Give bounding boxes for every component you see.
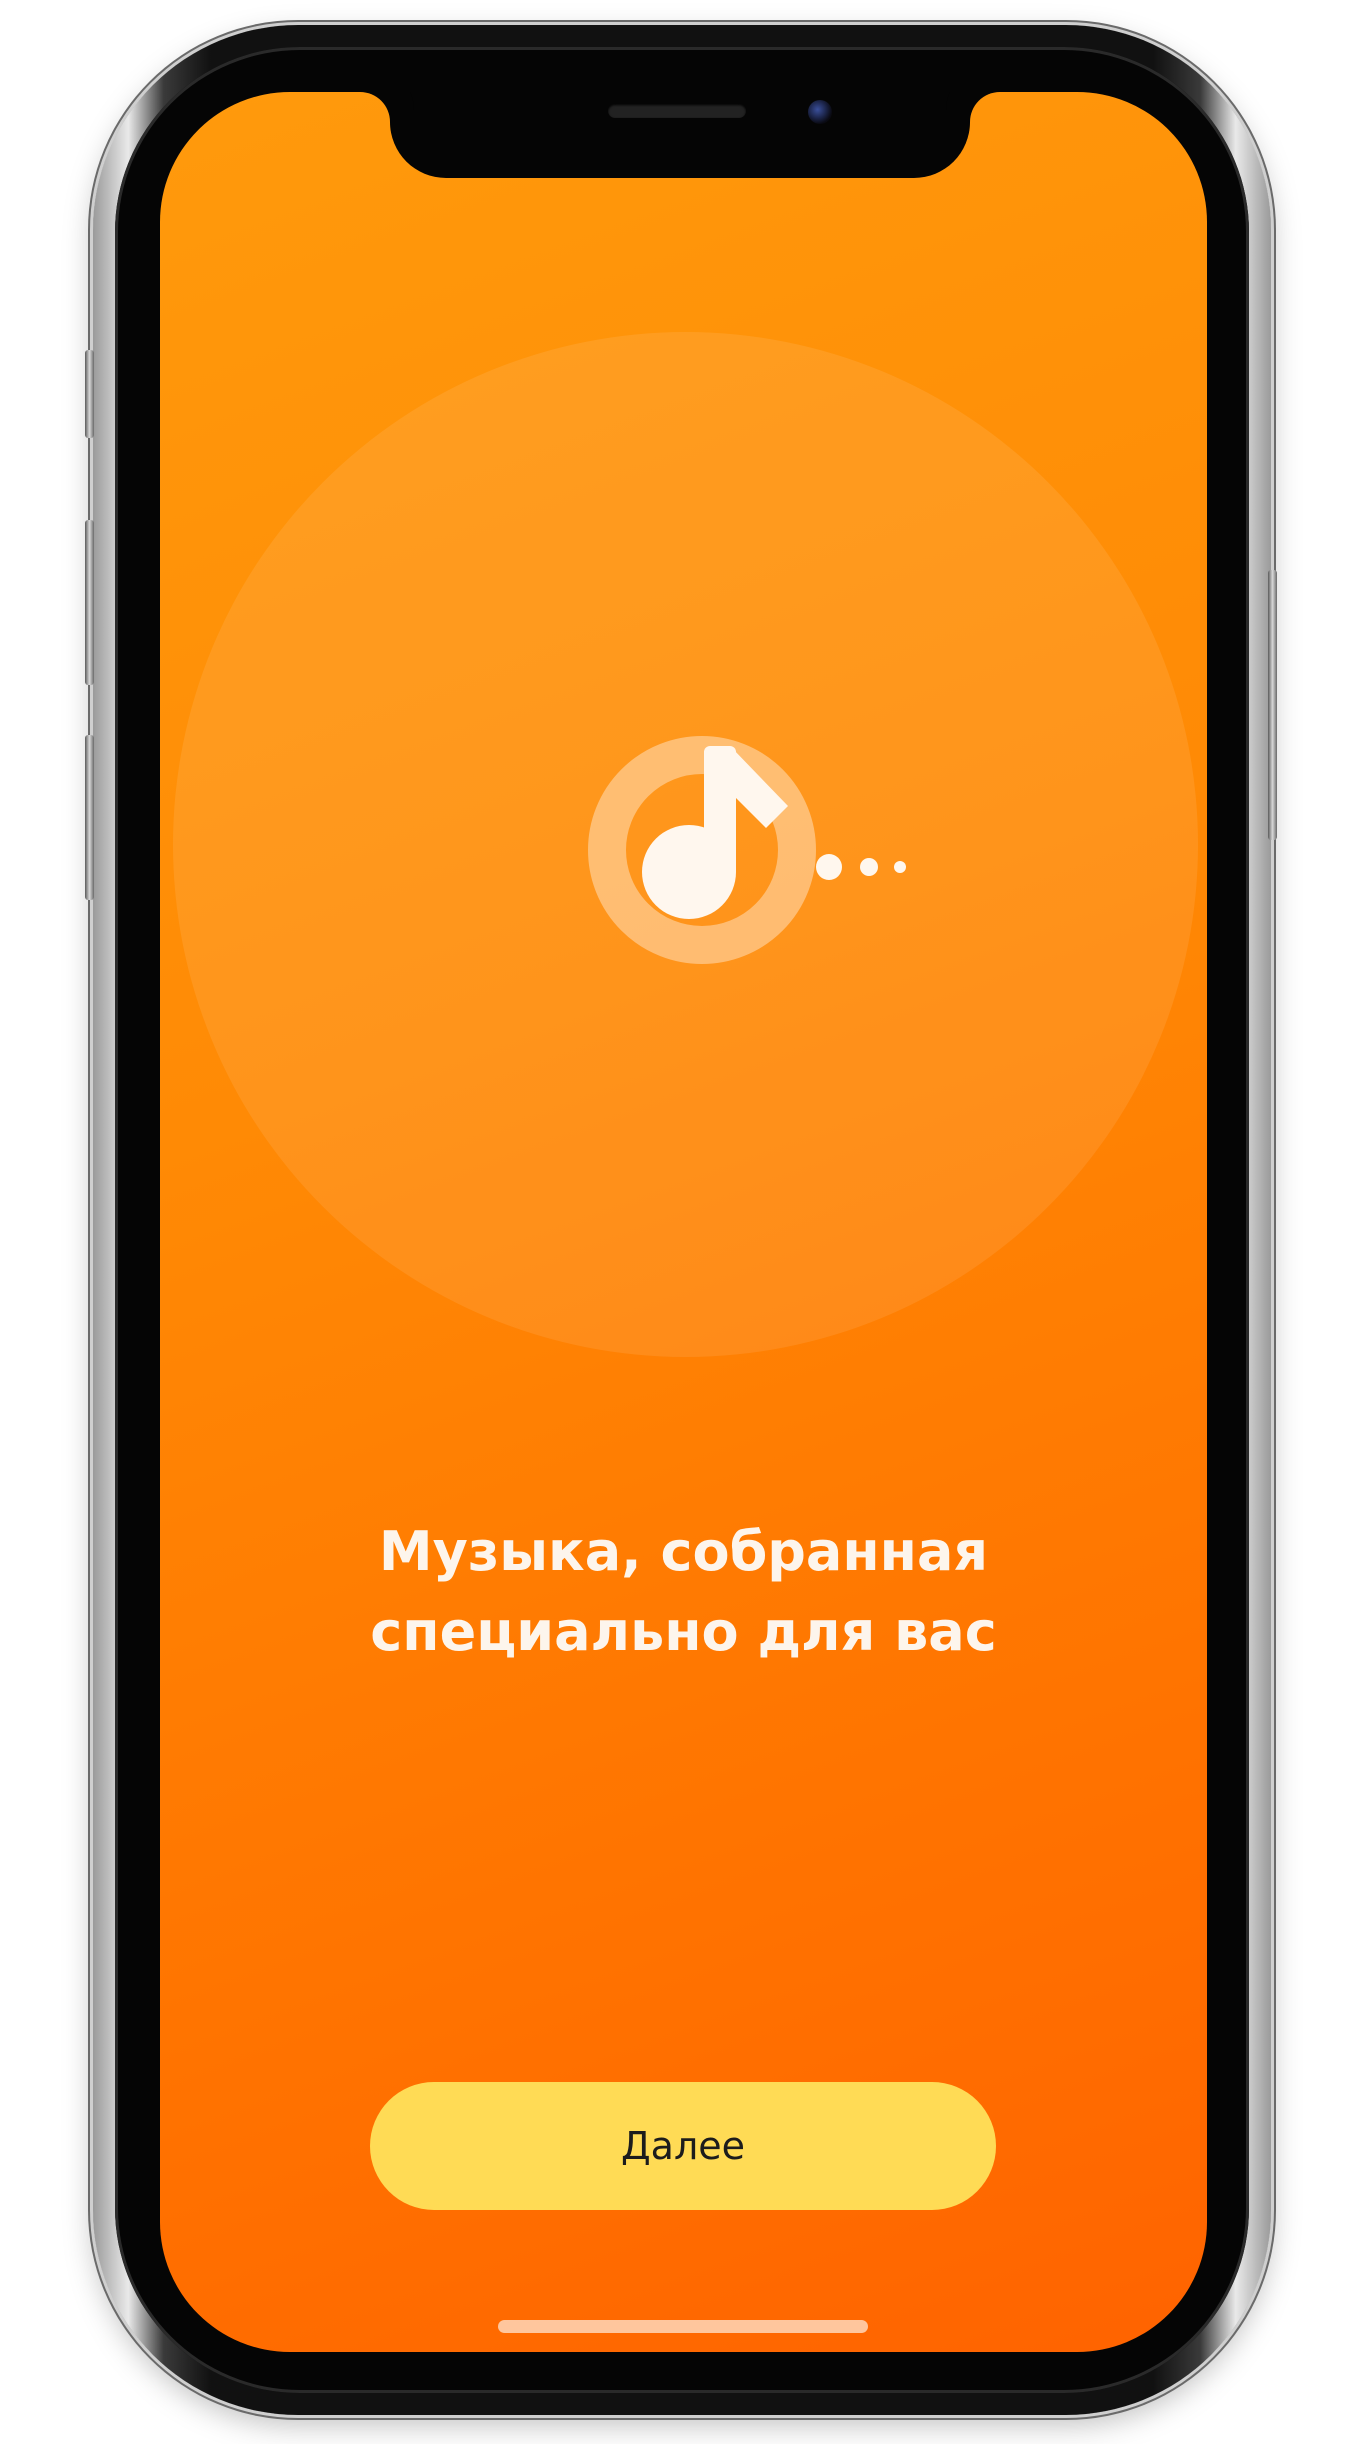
notch [390, 92, 970, 178]
onboarding-headline: Музыка, собранная специально для вас [160, 1512, 1207, 1672]
headline-line-1: Музыка, собранная [378, 1520, 989, 1583]
power-button [1268, 570, 1277, 840]
next-button[interactable]: Далее [370, 2082, 996, 2210]
volume-down-button [85, 735, 94, 900]
app-screen: Музыка, собранная специально для вас Дал… [160, 92, 1207, 2352]
front-camera-icon [808, 100, 832, 124]
home-indicator[interactable] [498, 2320, 868, 2333]
silent-switch [85, 350, 94, 438]
loading-dots-icon [816, 854, 906, 880]
music-logo [542, 690, 942, 1010]
music-note-logo-icon [588, 736, 906, 964]
speaker-icon [608, 104, 746, 118]
volume-up-button [85, 520, 94, 685]
headline-line-2: специально для вас [370, 1600, 997, 1663]
